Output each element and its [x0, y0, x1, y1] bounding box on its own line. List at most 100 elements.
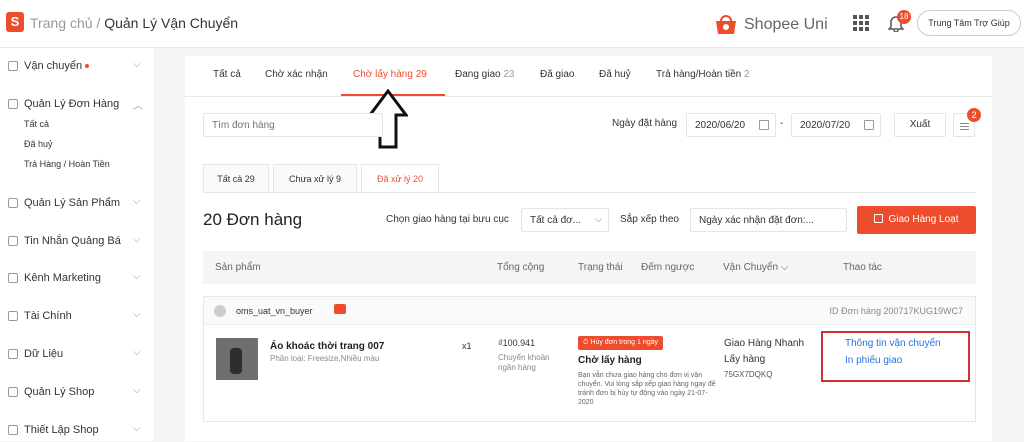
column-header: Sản phẩm [215, 262, 261, 273]
column-header: Tổng cộng [497, 262, 545, 273]
sidebar-subitem-all[interactable]: Tất cả [24, 119, 49, 129]
chevron-down-icon: ⌵ [595, 214, 602, 224]
page-title: Quản Lý Vận Chuyển [104, 15, 239, 31]
date-to-field[interactable]: 2020/07/20 [791, 113, 881, 137]
gear-icon [8, 425, 18, 435]
new-dot-icon [85, 64, 90, 69]
sidebar-item-shop[interactable]: Quản Lý Shop ⌵ [0, 384, 155, 404]
top-bar: S Trang chủ / Quản Lý Vận Chuyển Shopee … [0, 0, 1024, 48]
buyer-name[interactable]: oms_uat_vn_buyer [236, 306, 313, 316]
order-date-label: Ngày đặt hàng [612, 118, 678, 129]
shipping-info-link[interactable]: Thông tin vận chuyển [845, 338, 941, 349]
urgent-badge: ⏱ Hủy đơn trong 1 ngày [578, 336, 664, 350]
breadcrumb-home[interactable]: Trang chủ / [30, 15, 100, 31]
table-header: Sản phẩm Tổng cộng Trạng thái Đếm ngược … [203, 251, 976, 284]
product-name: Áo khoác thời trang 007 [270, 341, 385, 352]
sidebar-item-label: Vận chuyển [24, 60, 83, 72]
help-center-button[interactable]: Trung Tâm Trợ Giúp [917, 10, 1021, 36]
bulk-ship-button[interactable]: Giao Hàng Loạt [857, 206, 976, 234]
chevron-down-icon: ⌵ [133, 196, 141, 207]
date-from-field[interactable]: 2020/06/20 [686, 113, 776, 137]
sidebar-subitem-returns[interactable]: Trả Hàng / Hoàn Tiền [24, 159, 110, 169]
tab-shipping[interactable]: Đang giao 23 [455, 69, 515, 80]
chevron-down-icon: ⌵ [133, 234, 141, 245]
date-to-value: 2020/07/20 [800, 120, 851, 131]
sidebar: Vận chuyển ⌵ Quản Lý Đơn Hàng ︿ Tất cả Đ… [0, 48, 155, 441]
tab-returns[interactable]: Trả hàng/Hoàn tiền 2 [656, 69, 750, 80]
sidebar-item-ads[interactable]: Tin Nhắn Quảng Bá ⌵ [0, 233, 155, 253]
date-separator: - [780, 118, 784, 129]
box-icon [8, 198, 18, 208]
chat-icon[interactable] [334, 304, 346, 314]
tab-to-pickup[interactable]: Chờ lấy hàng 29 [353, 69, 427, 80]
product-thumbnail[interactable] [216, 338, 258, 380]
subtab-processed[interactable]: Đã xử lý 20 [361, 164, 439, 193]
order-count-title: 20 Đơn hàng [203, 210, 303, 229]
actions-highlight-box: Thông tin vận chuyển In phiếu giao [821, 331, 970, 382]
tab-delivered[interactable]: Đã giao [540, 69, 574, 80]
chevron-down-icon: ⌵ [133, 347, 141, 358]
chevron-down-icon: ⌵ [133, 385, 141, 396]
tracking-number: 75GX7DQKQ [724, 370, 773, 379]
export-button[interactable]: Xuất [894, 113, 946, 137]
sort-select[interactable]: Ngày xác nhận đặt đơn:... [690, 208, 847, 232]
shop-icon [8, 387, 18, 397]
bulk-ship-label: Giao Hàng Loạt [888, 214, 959, 225]
tab-to-confirm[interactable]: Chờ xác nhận [265, 69, 328, 80]
sidebar-item-label: Thiết Lập Shop [24, 424, 99, 436]
payment-method: Chuyển khoản ngân hàng [498, 353, 550, 372]
subtab-unprocessed[interactable]: Chưa xử lý 9 [273, 164, 357, 192]
search-input[interactable] [203, 113, 383, 137]
order-total: ₫100.941 [498, 338, 536, 348]
sidebar-item-shipping[interactable]: Vận chuyển ⌵ [0, 58, 155, 78]
calendar-icon [864, 120, 874, 130]
sidebar-item-setup[interactable]: Thiết Lập Shop ⌵ [0, 422, 155, 442]
status-description: Bạn vẫn chưa giao hàng cho đơn vị vận ch… [578, 372, 716, 406]
date-from-value: 2020/06/20 [695, 120, 746, 131]
sidebar-item-label: Tài Chính [24, 310, 72, 322]
shipping-select[interactable]: Tất cả đơ... ⌵ [521, 208, 609, 232]
sidebar-item-label: Quản Lý Đơn Hàng [24, 98, 120, 110]
carrier-info: Giao Hàng Nhanh Lấy hàng [724, 336, 804, 368]
sidebar-subitem-cancelled[interactable]: Đã huỷ [24, 139, 53, 149]
chevron-down-icon: ⌵ [133, 271, 141, 282]
clipboard-icon [8, 99, 18, 109]
menu-badge: 2 [967, 108, 981, 122]
tag-icon [8, 273, 18, 283]
order-card: oms_uat_vn_buyer ID Đơn hàng 200717KUG19… [203, 296, 976, 422]
package-icon [874, 214, 884, 223]
notification-badge: 18 [897, 10, 911, 24]
sidebar-item-orders[interactable]: Quản Lý Đơn Hàng ︿ [0, 96, 155, 116]
sidebar-item-finance[interactable]: Tài Chính ⌵ [0, 308, 155, 328]
column-header[interactable]: Vận Chuyển ⌵ [723, 262, 788, 273]
shopee-logo-icon[interactable]: S [6, 12, 24, 32]
sidebar-item-marketing[interactable]: Kênh Marketing ⌵ [0, 270, 155, 290]
calendar-icon [759, 120, 769, 130]
shipping-select-value: Tất cả đơ... [530, 215, 582, 226]
sidebar-item-label: Quản Lý Sản Phẩm [24, 197, 121, 209]
subtab-all[interactable]: Tất cả 29 [203, 164, 269, 192]
apps-grid-icon[interactable] [853, 15, 869, 31]
sidebar-item-products[interactable]: Quản Lý Sản Phẩm ⌵ [0, 195, 155, 215]
shopee-uni-logo-icon [716, 15, 736, 34]
column-header: Đếm ngược [641, 262, 695, 273]
tab-count: 2 [744, 69, 750, 80]
sidebar-item-data[interactable]: Dữ Liệu ⌵ [0, 346, 155, 366]
sort-label: Sắp xếp theo [620, 214, 679, 225]
pickup-label: Lấy hàng [724, 354, 766, 365]
chevron-down-icon: ⌵ [133, 309, 141, 320]
sidebar-item-label: Tin Nhắn Quảng Bá [24, 235, 121, 247]
print-waybill-link[interactable]: In phiếu giao [845, 355, 902, 366]
chevron-down-icon: ⌵ [133, 59, 141, 70]
chart-icon [8, 349, 18, 359]
quantity: x1 [462, 341, 472, 351]
brand-text: Shopee Uni [744, 16, 828, 33]
megaphone-icon [8, 236, 18, 246]
product-variation: Phân loại: Freesize,Nhiều màu [270, 354, 380, 363]
column-header: Trạng thái [578, 262, 623, 273]
tab-all[interactable]: Tất cả [213, 69, 241, 80]
tab-cancelled[interactable]: Đã huỷ [599, 69, 631, 80]
chevron-down-icon: ⌵ [780, 262, 789, 273]
wallet-icon [8, 311, 18, 321]
tab-label: Chờ lấy hàng [353, 69, 413, 80]
